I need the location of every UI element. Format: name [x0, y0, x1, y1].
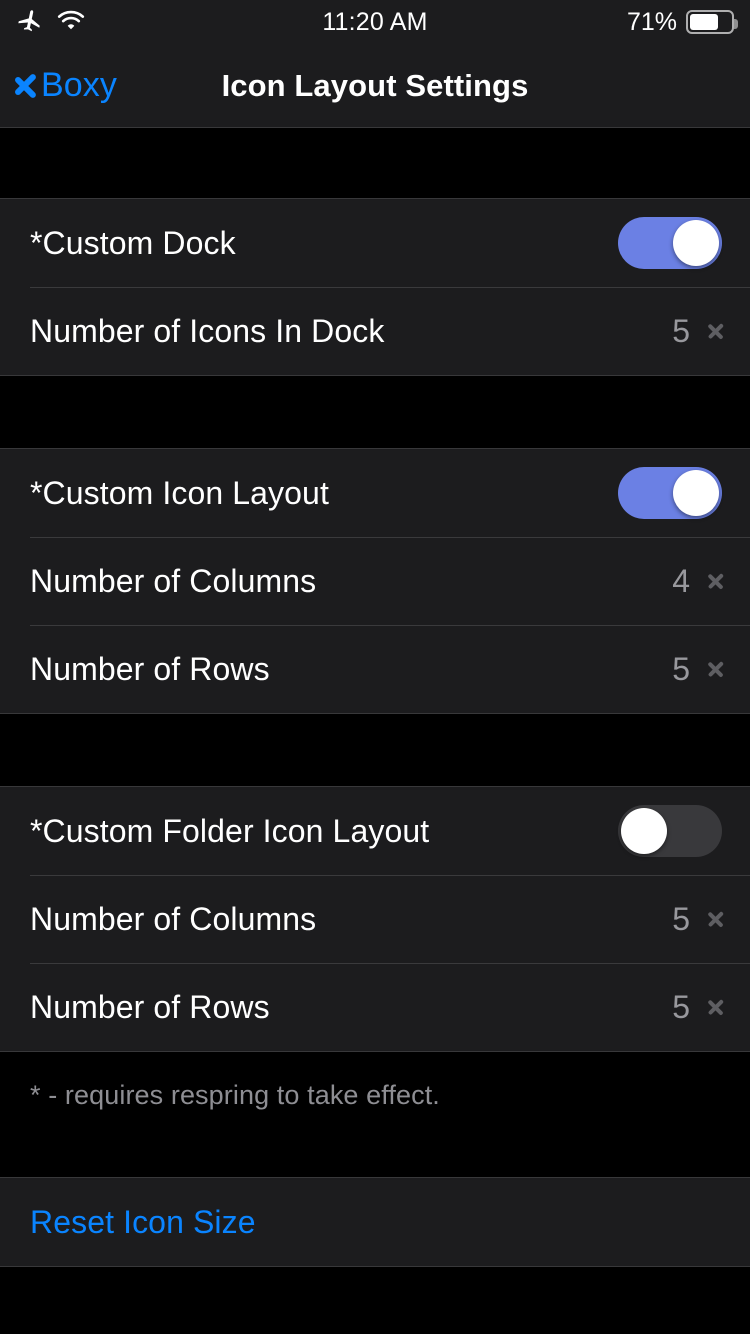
chevron-right-icon — [708, 318, 722, 344]
row-accessory: 5 — [672, 901, 722, 938]
row-accessory — [618, 467, 722, 519]
page-title: Icon Layout Settings — [221, 67, 529, 103]
footer-note-area: * - requires respring to take effect. — [0, 1052, 750, 1111]
row-label: Number of Columns — [30, 562, 317, 599]
toggle-custom-folder-icon-layout[interactable] — [618, 805, 722, 857]
section-gap — [0, 714, 750, 786]
phone-screen: 11:20 AM 71% Boxy Icon Layout Settings *… — [0, 0, 750, 1334]
footer-spacer — [0, 1111, 750, 1177]
chevron-right-icon — [708, 568, 722, 594]
chevron-right-icon — [708, 906, 722, 932]
row-accessory: 4 — [672, 563, 722, 600]
row-label: Number of Rows — [30, 650, 270, 687]
row-number-of-rows[interactable]: Number of Rows 5 — [0, 625, 750, 713]
section-actions: Reset Icon Size — [0, 1177, 750, 1267]
chevron-right-icon — [708, 994, 722, 1020]
row-number-of-columns[interactable]: Number of Columns 4 — [0, 537, 750, 625]
section-folder-icon-layout: *Custom Folder Icon Layout Number of Colu… — [0, 786, 750, 1052]
row-label: *Custom Dock — [30, 224, 236, 261]
row-number-of-columns[interactable]: Number of Columns 5 — [0, 875, 750, 963]
toggle-knob — [621, 808, 667, 854]
row-value: 5 — [672, 312, 690, 349]
row-custom-folder-icon-layout[interactable]: *Custom Folder Icon Layout — [0, 787, 750, 875]
status-bar: 11:20 AM 71% — [0, 0, 750, 44]
row-custom-icon-layout[interactable]: *Custom Icon Layout — [0, 449, 750, 537]
section-icon-layout: *Custom Icon Layout Number of Columns 4 Num… — [0, 448, 750, 714]
row-number-of-rows[interactable]: Number of Rows 5 — [0, 963, 750, 1051]
section-dock: *Custom Dock Number of Icons In Dock 5 — [0, 198, 750, 376]
row-label: *Custom Icon Layout — [30, 474, 329, 511]
row-value: 5 — [672, 650, 690, 687]
row-accessory — [618, 805, 722, 857]
row-number-of-icons-in-dock[interactable]: Number of Icons In Dock 5 — [0, 287, 750, 375]
row-accessory: 5 — [672, 313, 722, 350]
row-label: Number of Icons In Dock — [30, 312, 385, 349]
row-value: 4 — [672, 562, 690, 599]
footer-note: * - requires respring to take effect. — [30, 1080, 440, 1110]
section-gap — [0, 376, 750, 448]
row-label: Number of Columns — [30, 900, 317, 937]
row-label: *Custom Folder Icon Layout — [30, 812, 430, 849]
row-accessory — [618, 217, 722, 269]
row-value: 5 — [672, 900, 690, 937]
status-bar-right: 71% — [626, 7, 738, 37]
battery-icon — [686, 10, 738, 34]
toggle-custom-icon-layout[interactable] — [618, 467, 722, 519]
toggle-knob — [673, 470, 719, 516]
row-accessory: 5 — [672, 651, 722, 688]
battery-percent-label: 71% — [626, 7, 677, 36]
section-gap — [0, 128, 750, 198]
reset-icon-size-label: Reset Icon Size — [30, 1203, 256, 1240]
chevron-right-icon — [708, 656, 722, 682]
reset-icon-size-button[interactable]: Reset Icon Size — [0, 1178, 750, 1266]
row-custom-dock[interactable]: *Custom Dock — [0, 199, 750, 287]
row-accessory: 5 — [672, 989, 722, 1026]
row-label: Number of Rows — [30, 988, 270, 1025]
settings-list: *Custom Dock Number of Icons In Dock 5 *Cus… — [0, 128, 750, 1267]
toggle-knob — [673, 220, 719, 266]
toggle-custom-dock[interactable] — [618, 217, 722, 269]
navigation-bar: Boxy Icon Layout Settings — [0, 44, 750, 128]
row-value: 5 — [672, 988, 690, 1025]
